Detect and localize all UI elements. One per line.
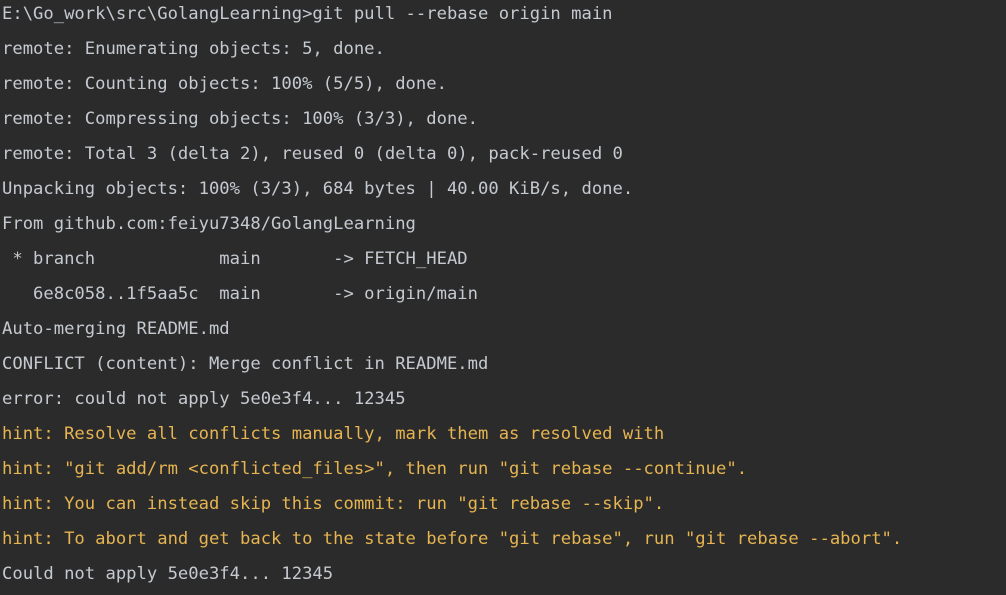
error-line: error: could not apply 5e0e3f4... 12345 (2, 389, 406, 409)
output-line: remote: Total 3 (delta 2), reused 0 (del… (2, 144, 623, 164)
output-line: remote: Compressing objects: 100% (3/3),… (2, 109, 478, 129)
output-line: 6e8c058..1f5aa5c main -> origin/main (2, 284, 478, 304)
terminal-output: E:\Go_work\src\GolangLearning>git pull -… (2, 0, 1006, 595)
output-line: remote: Counting objects: 100% (5/5), do… (2, 74, 447, 94)
output-line: remote: Enumerating objects: 5, done. (2, 39, 385, 59)
output-line: From github.com:feiyu7348/GolangLearning (2, 214, 416, 234)
hint-line: hint: "git add/rm <conflicted_files>", t… (2, 459, 748, 479)
hint-line: hint: You can instead skip this commit: … (2, 494, 665, 514)
output-line: Auto-merging README.md (2, 319, 230, 339)
conflict-line: CONFLICT (content): Merge conflict in RE… (2, 354, 489, 374)
output-line: Unpacking objects: 100% (3/3), 684 bytes… (2, 179, 634, 199)
hint-line: hint: To abort and get back to the state… (2, 529, 903, 549)
output-line: * branch main -> FETCH_HEAD (2, 249, 468, 269)
output-line: Could not apply 5e0e3f4... 12345 (2, 564, 334, 584)
terminal-window[interactable]: E:\Go_work\src\GolangLearning>git pull -… (0, 0, 1006, 595)
command-line: E:\Go_work\src\GolangLearning>git pull -… (2, 4, 613, 24)
hint-line: hint: Resolve all conflicts manually, ma… (2, 424, 665, 444)
